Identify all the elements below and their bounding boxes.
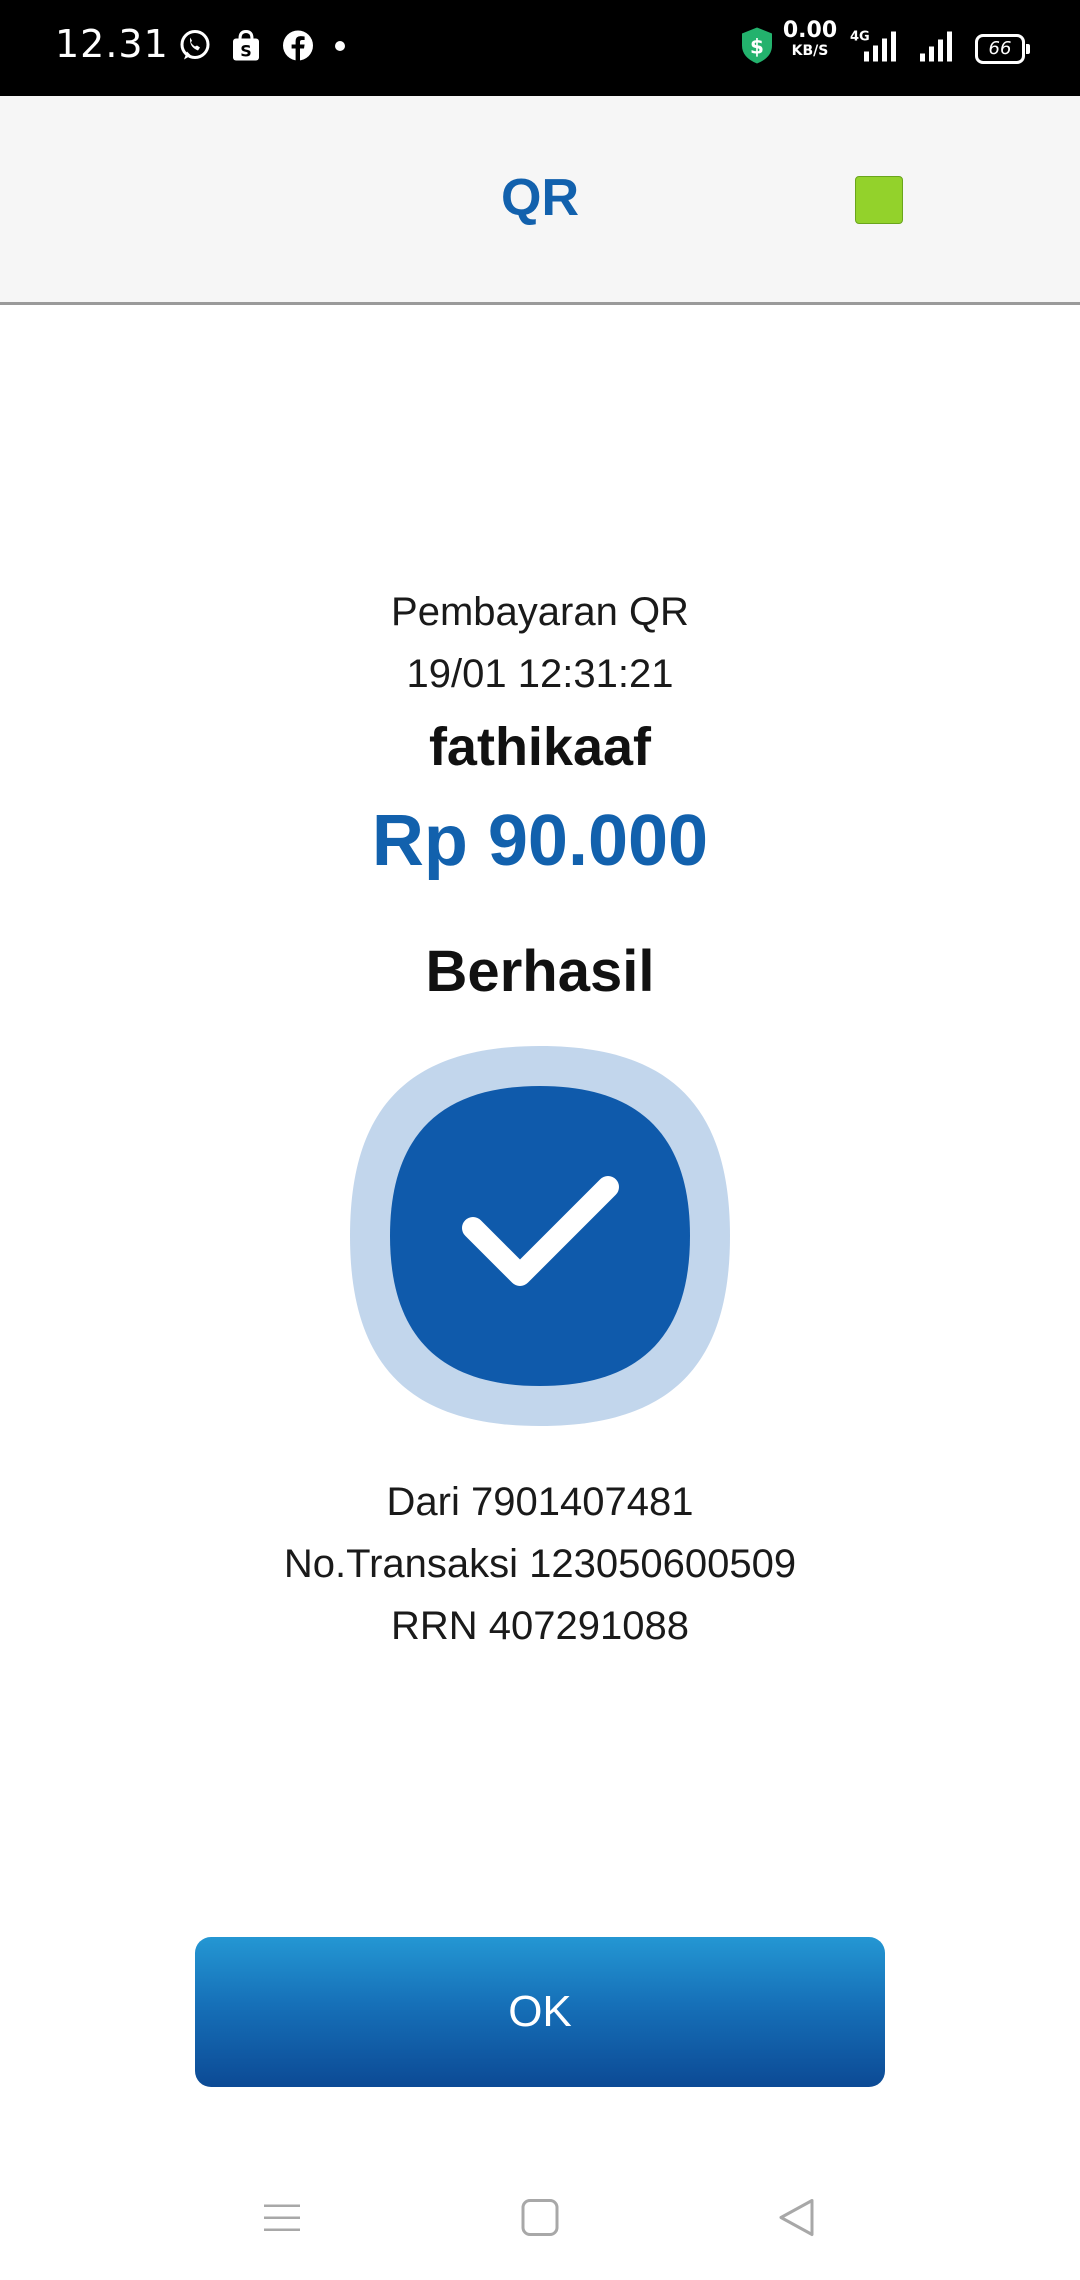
network-type-label: 4G bbox=[850, 30, 870, 45]
navigation-bar bbox=[0, 2160, 1080, 2280]
status-square-icon bbox=[855, 176, 903, 224]
app-header: QR bbox=[0, 96, 1080, 305]
recipient-name: fathikaaf bbox=[428, 717, 652, 777]
transaction-type: Pembayaran QR bbox=[391, 590, 689, 634]
status-bar: 12.31 S $ 0.00 KB/S 4G 66 bbox=[0, 0, 1080, 96]
dot-icon bbox=[334, 39, 346, 57]
facebook-icon bbox=[282, 30, 314, 67]
shopping-bag-icon: S bbox=[230, 29, 262, 68]
shield-dollar-icon: $ bbox=[740, 26, 774, 71]
signal-4g-icon: 4G bbox=[848, 28, 904, 69]
battery-indicator: 66 bbox=[975, 34, 1030, 64]
menu-icon[interactable] bbox=[262, 2201, 302, 2240]
page-title: QR bbox=[501, 169, 579, 227]
payment-amount: Rp 90.000 bbox=[371, 801, 709, 881]
whatsapp-icon bbox=[178, 29, 212, 68]
back-icon[interactable] bbox=[776, 2197, 816, 2244]
home-icon[interactable] bbox=[520, 2198, 560, 2243]
rrn-number: RRN 407291088 bbox=[391, 1604, 689, 1648]
transaction-number: No.Transaksi 123050600509 bbox=[283, 1542, 797, 1586]
signal-icon bbox=[918, 28, 960, 69]
network-speed-unit: KB/S bbox=[791, 43, 829, 59]
svg-text:S: S bbox=[240, 42, 252, 61]
status-time: 12.31 bbox=[55, 22, 169, 66]
network-speed: 0.00 KB/S bbox=[780, 18, 840, 59]
transaction-datetime: 19/01 12:31:21 bbox=[406, 652, 674, 696]
success-check-icon bbox=[348, 1044, 732, 1428]
payment-status: Berhasil bbox=[425, 939, 655, 1004]
ok-button[interactable]: OK bbox=[195, 1937, 885, 2087]
svg-text:$: $ bbox=[750, 35, 764, 59]
source-account: Dari 7901407481 bbox=[386, 1480, 694, 1524]
network-speed-value: 0.00 bbox=[782, 18, 838, 43]
